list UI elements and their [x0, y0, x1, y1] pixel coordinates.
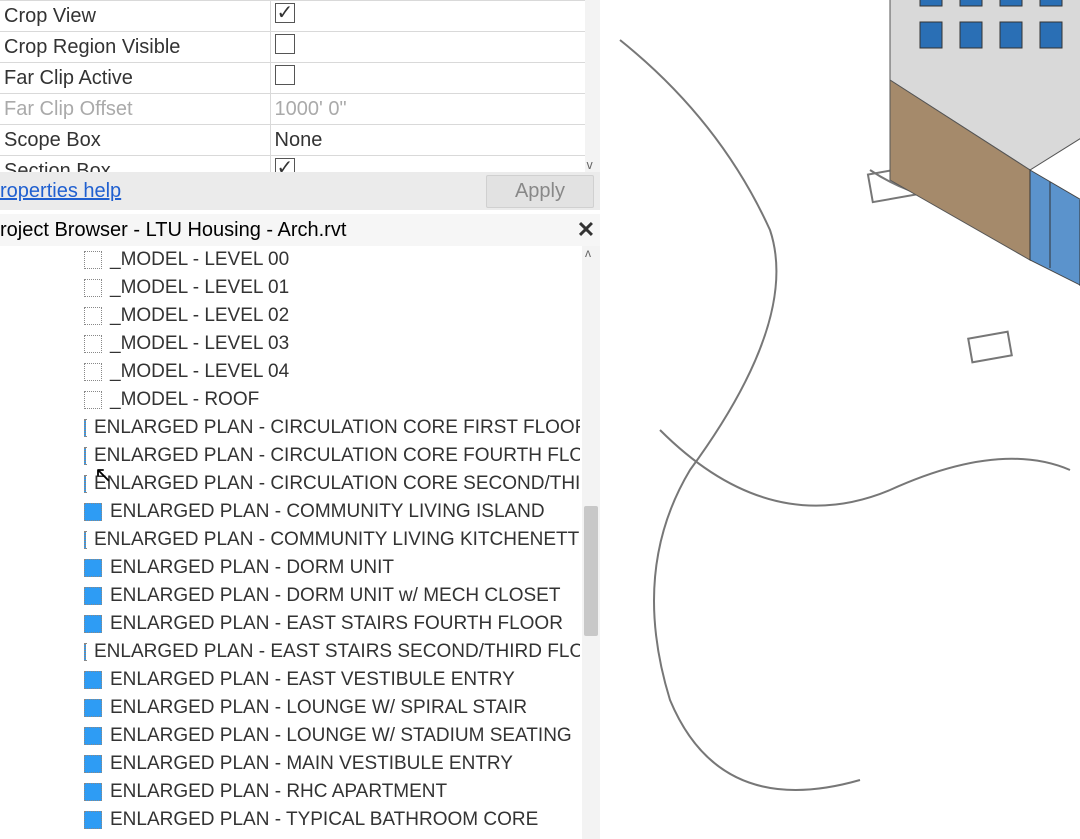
view-label: _MODEL - LEVEL 03 — [110, 333, 289, 355]
scroll-up-icon[interactable]: ʌ — [585, 246, 591, 260]
property-value[interactable] — [270, 32, 600, 63]
view-item[interactable]: ENLARGED PLAN - EAST VESTIBULE ENTRY — [84, 666, 580, 694]
project-browser: roject Browser - LTU Housing - Arch.rvt … — [0, 214, 600, 839]
sheet-white-icon — [84, 307, 102, 325]
view-item[interactable]: ENLARGED PLAN - COMMUNITY LIVING KITCHEN… — [84, 526, 580, 554]
view-item[interactable]: ENLARGED PLAN - LOUNGE W/ STADIUM SEATIN… — [84, 722, 580, 750]
view-label: ENLARGED PLAN - CIRCULATION CORE SECOND/… — [94, 473, 580, 495]
sheet-blue-icon — [84, 503, 102, 521]
property-row: Crop View — [0, 1, 600, 32]
property-label: Crop View — [0, 1, 270, 32]
sheet-blue-icon — [84, 475, 86, 493]
view-item[interactable]: _MODEL - LEVEL 00 — [84, 246, 580, 274]
view-label: _MODEL - ROOF — [110, 389, 259, 411]
sheet-white-icon — [84, 279, 102, 297]
sheet-blue-icon — [84, 783, 102, 801]
sheet-blue-icon — [84, 559, 102, 577]
view-label: ENLARGED PLAN - LOUNGE W/ STADIUM SEATIN… — [110, 725, 572, 747]
view-label: ENLARGED PLAN - DORM UNIT — [110, 557, 394, 579]
view-label: ENLARGED PLAN - MAIN VESTIBULE ENTRY — [110, 753, 513, 775]
view-item[interactable]: ENLARGED PLAN - CIRCULATION CORE SECOND/… — [84, 470, 580, 498]
sheet-blue-icon — [84, 615, 102, 633]
view-item[interactable]: _MODEL - LEVEL 02 — [84, 302, 580, 330]
checkbox[interactable] — [275, 3, 295, 23]
view-label: ENLARGED PLAN - EAST VESTIBULE ENTRY — [110, 669, 515, 691]
properties-footer: roperties help Apply — [0, 172, 600, 210]
scroll-thumb[interactable] — [584, 506, 598, 636]
view-label: ENLARGED PLAN - CIRCULATION CORE FIRST F… — [94, 417, 580, 439]
view-item[interactable]: ENLARGED PLAN - EAST STAIRS SECOND/THIRD… — [84, 638, 580, 666]
project-browser-title: roject Browser - LTU Housing - Arch.rvt — [0, 219, 572, 242]
properties-panel: Crop ViewCrop Region VisibleFar Clip Act… — [0, 0, 600, 187]
sheet-blue-icon — [84, 727, 102, 745]
sheet-blue-icon — [84, 419, 86, 437]
view-label: _MODEL - LEVEL 04 — [110, 361, 289, 383]
sheet-blue-icon — [84, 671, 102, 689]
property-row: Crop Region Visible — [0, 32, 600, 63]
project-browser-scrollbar[interactable]: ʌ — [582, 246, 600, 839]
sheet-blue-icon — [84, 643, 86, 661]
property-row: Scope BoxNone — [0, 125, 600, 156]
view-item[interactable]: ENLARGED PLAN - DORM UNIT w/ MECH CLOSET — [84, 582, 580, 610]
view-label: ENLARGED PLAN - CIRCULATION CORE FOURTH … — [94, 445, 580, 467]
project-browser-header: roject Browser - LTU Housing - Arch.rvt … — [0, 214, 600, 246]
sheet-white-icon — [84, 363, 102, 381]
properties-help-link[interactable]: roperties help — [0, 180, 121, 203]
property-value: 1000' 0" — [270, 94, 600, 125]
view-label: _MODEL - LEVEL 02 — [110, 305, 289, 327]
view-item[interactable]: ENLARGED PLAN - DORM UNIT — [84, 554, 580, 582]
view-item[interactable]: _MODEL - LEVEL 01 — [84, 274, 580, 302]
view-item[interactable]: ENLARGED PLAN - EAST STAIRS FOURTH FLOOR — [84, 610, 580, 638]
view-item[interactable]: ENLARGED PLAN - TYPICAL BATHROOM CORE — [84, 806, 580, 834]
property-row: Far Clip Offset1000' 0" — [0, 94, 600, 125]
checkbox[interactable] — [275, 65, 295, 85]
view-item[interactable]: ENLARGED PLAN - CIRCULATION CORE FOURTH … — [84, 442, 580, 470]
view-label: ENLARGED PLAN - TYPICAL BATHROOM CORE — [110, 809, 538, 831]
property-value[interactable]: None — [270, 125, 600, 156]
property-value[interactable] — [270, 63, 600, 94]
property-label: Scope Box — [0, 125, 270, 156]
checkbox[interactable] — [275, 34, 295, 54]
view-label: ENLARGED PLAN - EAST STAIRS SECOND/THIRD… — [94, 641, 580, 663]
property-label: Crop Region Visible — [0, 32, 270, 63]
property-row: Far Clip Active — [0, 63, 600, 94]
view-label: ENLARGED PLAN - LOUNGE W/ SPIRAL STAIR — [110, 697, 527, 719]
view-label: ENLARGED PLAN - COMMUNITY LIVING KITCHEN… — [94, 529, 580, 551]
sheet-blue-icon — [84, 447, 86, 465]
sheet-blue-icon — [84, 755, 102, 773]
properties-scrollbar[interactable] — [585, 0, 600, 172]
sheet-white-icon — [84, 335, 102, 353]
property-value[interactable] — [270, 1, 600, 32]
view-item[interactable]: _MODEL - ROOF — [84, 386, 580, 414]
view-item[interactable]: ENLARGED PLAN - COMMUNITY LIVING ISLAND — [84, 498, 580, 526]
sheet-blue-icon — [84, 811, 102, 829]
sheet-white-icon — [84, 391, 102, 409]
apply-button[interactable]: Apply — [486, 175, 594, 208]
view-label: _MODEL - LEVEL 01 — [110, 277, 289, 299]
view-item[interactable]: ENLARGED PLAN - RHC APARTMENT — [84, 778, 580, 806]
view-item[interactable]: ENLARGED PLAN - LOUNGE W/ SPIRAL STAIR — [84, 694, 580, 722]
properties-table: Crop ViewCrop Region VisibleFar Clip Act… — [0, 0, 600, 187]
view-item[interactable]: _MODEL - LEVEL 03 — [84, 330, 580, 358]
property-label: Far Clip Active — [0, 63, 270, 94]
property-label: Far Clip Offset — [0, 94, 270, 125]
sheet-blue-icon — [84, 531, 86, 549]
view-label: ENLARGED PLAN - EAST STAIRS FOURTH FLOOR — [110, 613, 563, 635]
view-item[interactable]: ENLARGED PLAN - CIRCULATION CORE FIRST F… — [84, 414, 580, 442]
close-icon[interactable]: ✕ — [572, 217, 600, 243]
sheet-blue-icon — [84, 587, 102, 605]
view-label: _MODEL - LEVEL 00 — [110, 249, 289, 271]
view-label: ENLARGED PLAN - DORM UNIT w/ MECH CLOSET — [110, 585, 560, 607]
view-item[interactable]: _MODEL - LEVEL 04 — [84, 358, 580, 386]
viewport-3d[interactable] — [600, 0, 1080, 839]
view-label: ENLARGED PLAN - COMMUNITY LIVING ISLAND — [110, 501, 545, 523]
sheet-white-icon — [84, 251, 102, 269]
project-browser-body: _MODEL - LEVEL 00 _MODEL - LEVEL 01 _MODEL… — [0, 246, 600, 839]
view-item[interactable]: ENLARGED PLAN - MAIN VESTIBULE ENTRY — [84, 750, 580, 778]
view-label: ENLARGED PLAN - RHC APARTMENT — [110, 781, 447, 803]
sheet-blue-icon — [84, 699, 102, 717]
